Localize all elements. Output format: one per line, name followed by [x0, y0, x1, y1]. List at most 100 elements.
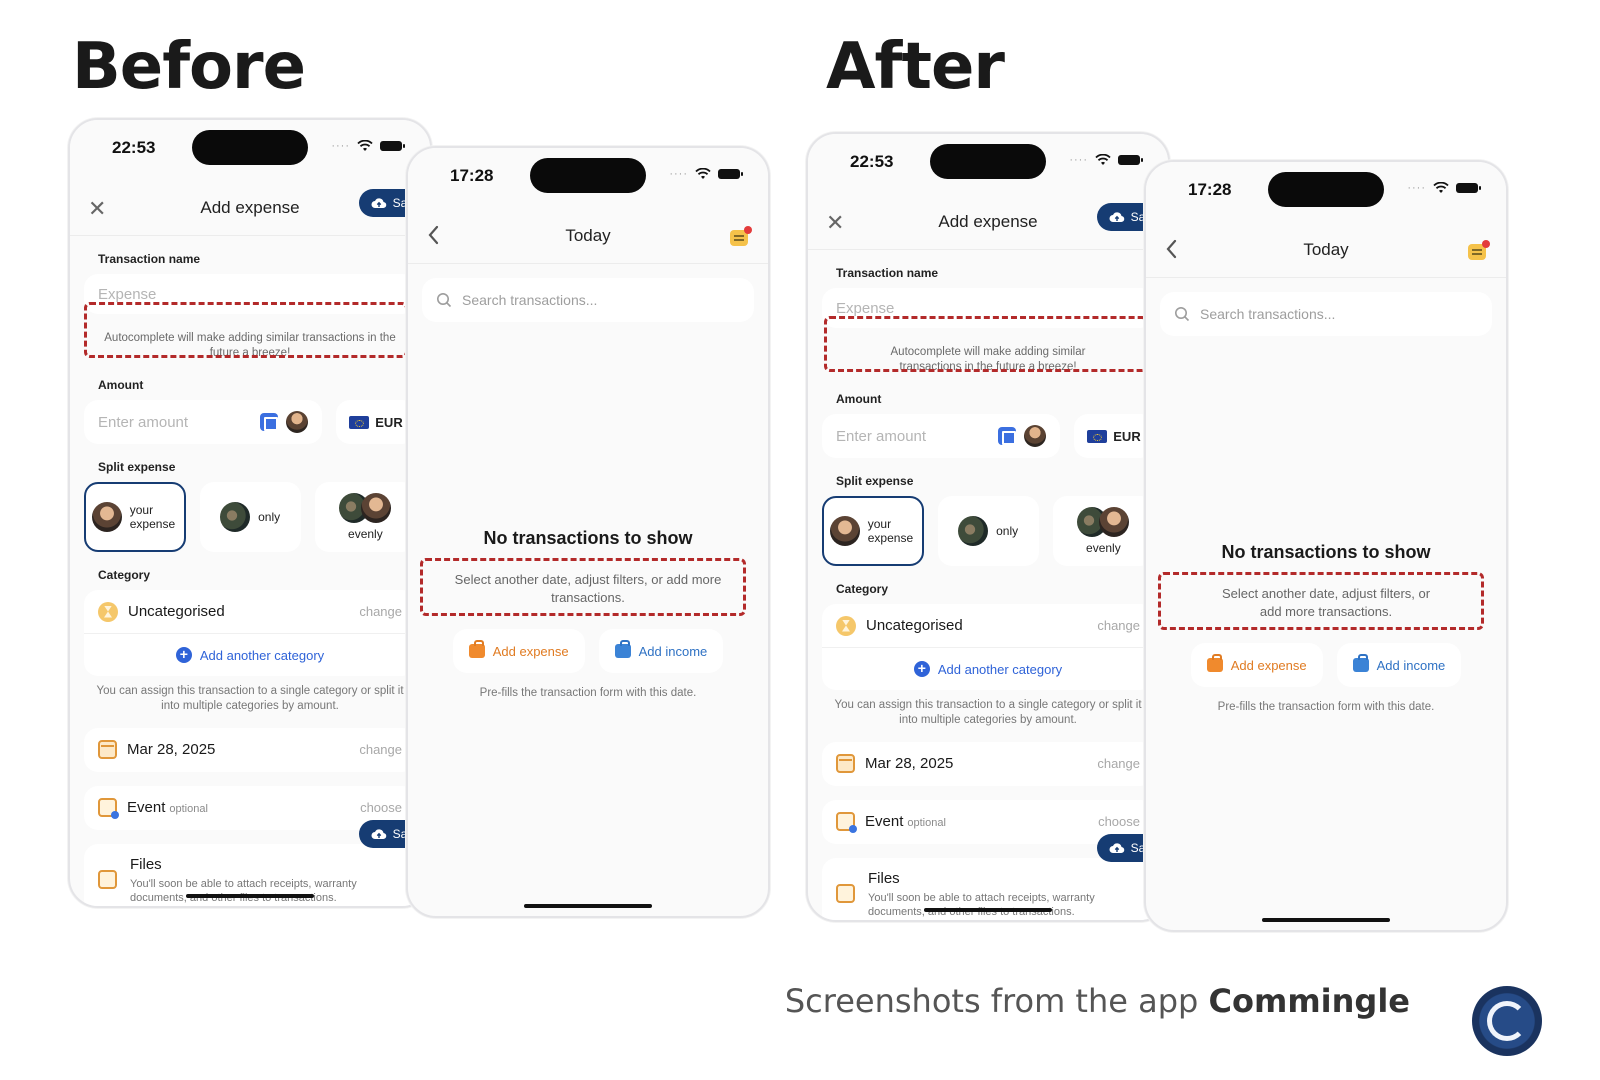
add-income-button[interactable]: Add income: [598, 629, 724, 673]
after-today-screen: 17:28 ···· Today Search transactions... …: [1144, 160, 1508, 932]
user-avatar: [91, 502, 122, 532]
wifi-icon: [357, 140, 373, 151]
wifi-icon: [1095, 154, 1111, 165]
add-expense-button[interactable]: Add expense: [452, 629, 585, 673]
status-time: 22:53: [850, 152, 894, 171]
split-option-label: your expense: [867, 517, 914, 545]
split-options: your expense only evenly: [84, 482, 416, 552]
change-link[interactable]: change: [359, 604, 402, 619]
add-income-label: Add income: [638, 643, 708, 659]
category-card: Uncategorised change + Add another categ…: [84, 590, 416, 676]
form-body: Transaction name Expense Autocomplete wi…: [808, 266, 1168, 920]
filter-icon[interactable]: [728, 225, 752, 249]
files-section: Files You'll soon be able to attach rece…: [84, 843, 416, 906]
status-bar: 22:53 ····: [70, 120, 430, 184]
split-option-evenly[interactable]: evenly: [1052, 496, 1154, 566]
filter-icon[interactable]: [1466, 239, 1490, 263]
empty-title: No transactions to show: [1221, 542, 1431, 562]
search-input[interactable]: Search transactions...: [1160, 292, 1492, 336]
status-bar: 17:28 ····: [1146, 162, 1506, 226]
add-expense-button[interactable]: Add expense: [1190, 643, 1323, 687]
dynamic-island: [530, 158, 646, 193]
home-indicator: [924, 908, 1052, 912]
prefill-note: Pre-fills the transaction form with this…: [479, 687, 697, 699]
split-option-your-expense[interactable]: your expense: [822, 496, 924, 566]
date-row[interactable]: Mar 28, 2025 change: [84, 727, 416, 772]
category-description: You can assign this transaction to a sin…: [96, 685, 404, 712]
add-income-button[interactable]: Add income: [1336, 643, 1462, 687]
after-heading: After: [826, 30, 1005, 104]
search-input[interactable]: Search transactions...: [422, 278, 754, 322]
before-add-expense-screen: 22:53 ···· ✕ Add expense Save Transactio…: [68, 118, 432, 908]
currency-selector[interactable]: EUR: [1074, 414, 1154, 458]
files-title: Files: [130, 855, 162, 873]
choose-link[interactable]: choose: [360, 800, 402, 815]
split-option-evenly[interactable]: evenly: [314, 482, 416, 552]
amount-label: Amount: [98, 378, 144, 392]
partner-avatar: [958, 516, 989, 546]
prefill-note: Pre-fills the transaction form with this…: [1217, 701, 1435, 713]
payer-avatar[interactable]: [1024, 425, 1046, 447]
add-expense-label: Add expense: [1230, 657, 1307, 673]
split-option-label: only: [996, 524, 1019, 538]
choose-link[interactable]: choose: [1098, 814, 1140, 829]
form-body: Transaction name Expense Autocomplete wi…: [70, 252, 430, 906]
empty-subtitle: Select another date, adjust filters, or …: [1221, 585, 1431, 619]
category-description: You can assign this transaction to a sin…: [834, 699, 1142, 726]
transaction-name-input[interactable]: Expense: [822, 288, 1154, 328]
category-label: Category: [98, 568, 151, 582]
search-placeholder: Search transactions...: [462, 292, 598, 308]
add-category-button[interactable]: + Add another category: [84, 634, 416, 676]
calculator-icon[interactable]: [998, 427, 1016, 445]
category-card: Uncategorised change + Add another categ…: [822, 604, 1154, 690]
payer-avatar[interactable]: [286, 411, 308, 433]
transaction-name-input[interactable]: Expense: [84, 274, 416, 314]
add-category-label: Add another category: [199, 647, 325, 663]
change-link[interactable]: change: [1097, 618, 1140, 633]
dynamic-island: [192, 130, 308, 165]
change-link[interactable]: change: [1097, 756, 1140, 771]
eu-flag-icon: [1087, 429, 1108, 443]
signal-icon: ····: [331, 140, 350, 152]
empty-state: No transactions to show Select another d…: [1146, 542, 1506, 713]
nav-bar: Today: [1146, 226, 1506, 278]
system-icons: ····: [1069, 154, 1143, 166]
split-option-your-expense[interactable]: your expense: [84, 482, 186, 552]
search-icon: [437, 293, 452, 308]
autocomplete-hint: Autocomplete will make adding similar tr…: [84, 318, 416, 374]
change-link[interactable]: change: [359, 742, 402, 757]
split-option-only[interactable]: only: [199, 482, 301, 552]
avatar-pair: [339, 493, 392, 523]
date-row[interactable]: Mar 28, 2025 change: [822, 741, 1154, 786]
amount-input[interactable]: Enter amount: [84, 400, 322, 444]
status-time: 22:53: [112, 138, 156, 157]
empty-actions: Add expense Add income: [408, 629, 768, 673]
add-category-button[interactable]: + Add another category: [822, 648, 1154, 690]
empty-subtitle: Select another date, adjust filters, or …: [454, 571, 722, 605]
calculator-icon[interactable]: [260, 413, 278, 431]
split-option-label: your expense: [129, 503, 176, 531]
currency-selector[interactable]: EUR: [336, 400, 416, 444]
user-avatar: [361, 493, 392, 523]
after-add-expense-screen: 22:53 ···· ✕ Add expense Save Transactio…: [806, 132, 1170, 922]
home-indicator: [1262, 918, 1390, 922]
split-option-only[interactable]: only: [937, 496, 1039, 566]
split-option-label: only: [258, 510, 281, 524]
amount-row: Enter amount EUR: [84, 400, 416, 444]
nav-bar: ✕ Add expense Save: [70, 184, 430, 236]
category-row[interactable]: Uncategorised change: [84, 590, 416, 634]
avatar-pair: [1077, 507, 1130, 537]
category-row[interactable]: Uncategorised change: [822, 604, 1154, 648]
signal-icon: ····: [1069, 154, 1088, 166]
currency-code: EUR: [375, 414, 403, 430]
transaction-name-label: Transaction name: [98, 252, 201, 266]
income-bag-icon: [1352, 654, 1369, 672]
files-title: Files: [868, 869, 900, 887]
commingle-logo: [1472, 986, 1542, 1056]
date-value: Mar 28, 2025: [127, 741, 216, 759]
home-indicator: [186, 894, 314, 898]
amount-input[interactable]: Enter amount: [822, 414, 1060, 458]
add-category-label: Add another category: [937, 661, 1063, 677]
plus-icon: +: [175, 647, 192, 663]
before-today-screen: 17:28 ···· Today Search transactions... …: [406, 146, 770, 918]
